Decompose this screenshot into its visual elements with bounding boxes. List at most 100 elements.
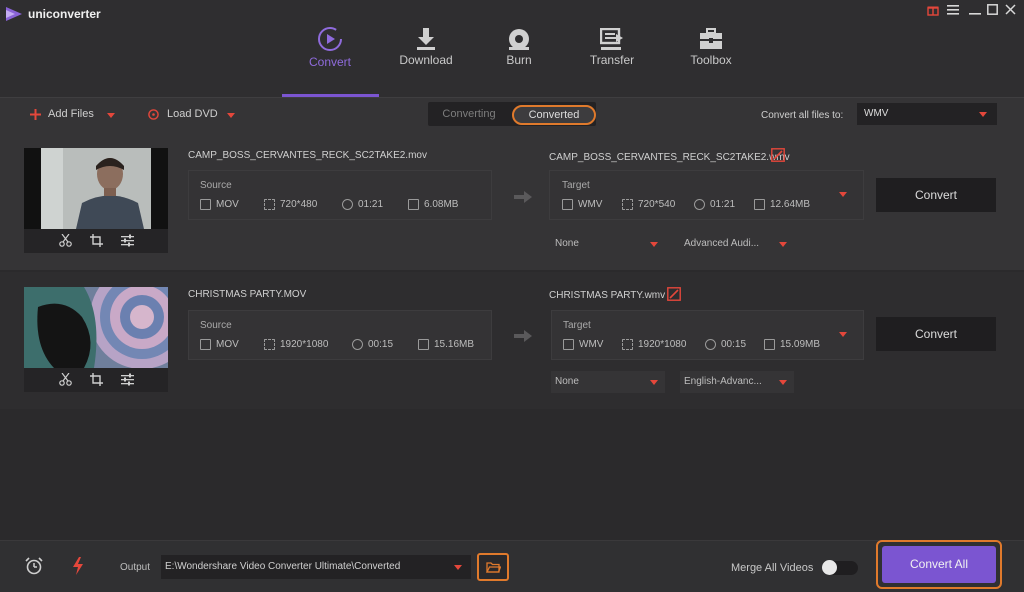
- output-path-select[interactable]: E:\Wondershare Video Converter Ultimate\…: [161, 555, 471, 579]
- arrow-right-icon: [514, 330, 532, 342]
- target-duration: 01:21: [710, 199, 736, 210]
- add-files-label: Add Files: [48, 108, 94, 120]
- thumbnail-toolbar: [24, 368, 168, 392]
- nav-burn-label: Burn: [506, 53, 532, 67]
- convert-button[interactable]: Convert: [876, 178, 996, 212]
- nav-toolbox[interactable]: Toolbox: [671, 20, 751, 67]
- transfer-icon: [600, 28, 623, 50]
- output-label: Output: [120, 562, 151, 573]
- source-duration: 00:15: [368, 339, 394, 350]
- resolution-icon: [264, 339, 275, 350]
- source-file-name: CHRISTMAS PARTY.MOV: [188, 289, 307, 300]
- view-toggle: Converting Converted: [428, 102, 596, 126]
- nav-download[interactable]: Download: [386, 20, 466, 67]
- target-info-panel[interactable]: Target WMV 720*540 01:21 12.64MB: [549, 170, 864, 220]
- nav-convert-label: Convert: [308, 55, 352, 69]
- source-duration: 01:21: [358, 199, 384, 210]
- load-dvd-label: Load DVD: [167, 108, 218, 120]
- format-icon: [562, 199, 573, 210]
- target-info-panel[interactable]: Target WMV 1920*1080 00:15 15.09MB: [551, 310, 864, 360]
- merge-toggle[interactable]: [822, 560, 858, 575]
- nav-burn[interactable]: Burn: [479, 20, 559, 67]
- load-dvd-caret-icon[interactable]: [227, 113, 235, 118]
- add-files-caret-icon[interactable]: [107, 113, 115, 118]
- merge-all-label: Merge All Videos: [731, 562, 814, 574]
- convert-button[interactable]: Convert: [876, 317, 996, 351]
- effects-icon[interactable]: [121, 234, 134, 247]
- source-label: Source: [200, 320, 232, 331]
- target-resolution: 1920*1080: [638, 339, 687, 350]
- plus-icon: [30, 109, 41, 120]
- nav-transfer[interactable]: Transfer: [572, 20, 652, 67]
- open-folder-button[interactable]: [477, 553, 509, 581]
- subtitle-value: None: [555, 238, 579, 249]
- convert-all-to-label: Convert all files to:: [761, 110, 844, 121]
- tab-converted[interactable]: Converted: [512, 105, 596, 125]
- nav-toolbox-label: Toolbox: [690, 53, 732, 67]
- target-label: Target: [562, 180, 590, 191]
- target-resolution: 720*540: [638, 199, 676, 210]
- subtitle-select[interactable]: None: [551, 233, 665, 255]
- format-icon: [563, 339, 574, 350]
- gift-icon[interactable]: [927, 4, 939, 16]
- format-icon: [200, 199, 211, 210]
- menu-icon[interactable]: [947, 5, 959, 15]
- tab-converting[interactable]: Converting: [428, 102, 510, 126]
- dvd-icon: [148, 109, 159, 120]
- target-label: Target: [563, 320, 591, 331]
- scissors-icon[interactable]: [59, 373, 72, 386]
- resolution-icon: [622, 199, 633, 210]
- app-title: uniconverter: [28, 7, 101, 21]
- maximize-icon[interactable]: [987, 4, 998, 15]
- edit-icon[interactable]: [667, 287, 681, 301]
- format-icon: [200, 339, 211, 350]
- audio-select[interactable]: Advanced Audi...: [680, 233, 794, 255]
- video-frame-icon: [24, 148, 168, 229]
- clock-icon: [352, 339, 363, 350]
- subtitle-select[interactable]: None: [551, 371, 665, 393]
- source-label: Source: [200, 180, 232, 191]
- format-caret-icon: [979, 112, 987, 117]
- source-file-name: CAMP_BOSS_CERVANTES_RECK_SC2TAKE2.mov: [188, 150, 427, 161]
- target-caret-icon[interactable]: [839, 332, 847, 337]
- disc-icon: [509, 29, 529, 50]
- source-resolution: 1920*1080: [280, 339, 329, 350]
- audio-select[interactable]: English-Advanc...: [680, 371, 794, 393]
- merge-toggle-knob: [822, 560, 837, 575]
- nav-transfer-label: Transfer: [589, 53, 635, 67]
- minimize-icon[interactable]: [969, 5, 981, 15]
- alarm-clock-icon[interactable]: [25, 557, 43, 575]
- source-format: MOV: [216, 199, 239, 210]
- target-caret-icon[interactable]: [839, 192, 847, 197]
- video-thumbnail[interactable]: [24, 287, 168, 368]
- convert-all-format-value: WMV: [864, 108, 889, 119]
- arrow-right-icon: [514, 191, 532, 203]
- close-icon[interactable]: [1005, 4, 1016, 15]
- list-item: CHRISTMAS PARTY.MOV Source MOV 1920*1080…: [0, 272, 1024, 409]
- folder-icon: [754, 199, 765, 210]
- thumbnail-toolbar: [24, 229, 168, 253]
- target-size: 12.64MB: [770, 199, 811, 210]
- source-size: 15.16MB: [434, 339, 475, 350]
- target-duration: 00:15: [721, 339, 747, 350]
- lightning-icon[interactable]: [72, 557, 84, 575]
- app-logo-icon: [6, 7, 22, 21]
- video-frame-icon: [24, 287, 168, 368]
- crop-icon[interactable]: [90, 373, 103, 386]
- video-thumbnail[interactable]: [24, 148, 168, 229]
- convert-all-format-select[interactable]: WMV: [857, 103, 997, 125]
- target-format: WMV: [578, 199, 603, 210]
- target-format: WMV: [579, 339, 604, 350]
- convert-all-button[interactable]: Convert All: [882, 546, 996, 583]
- source-info-panel: Source MOV 1920*1080 00:15 15.16MB: [188, 310, 492, 360]
- scissors-icon[interactable]: [59, 234, 72, 247]
- edit-icon[interactable]: [771, 148, 785, 162]
- effects-icon[interactable]: [121, 373, 134, 386]
- crop-icon[interactable]: [90, 234, 103, 247]
- folder-icon: [764, 339, 775, 350]
- header-bar: uniconverter Convert Download Burn Trans…: [0, 0, 1024, 97]
- resolution-icon: [622, 339, 633, 350]
- subtitle-caret-icon: [650, 242, 658, 247]
- nav-convert[interactable]: Convert: [290, 20, 370, 69]
- target-file-name: CAMP_BOSS_CERVANTES_RECK_SC2TAKE2.wmv: [549, 152, 790, 163]
